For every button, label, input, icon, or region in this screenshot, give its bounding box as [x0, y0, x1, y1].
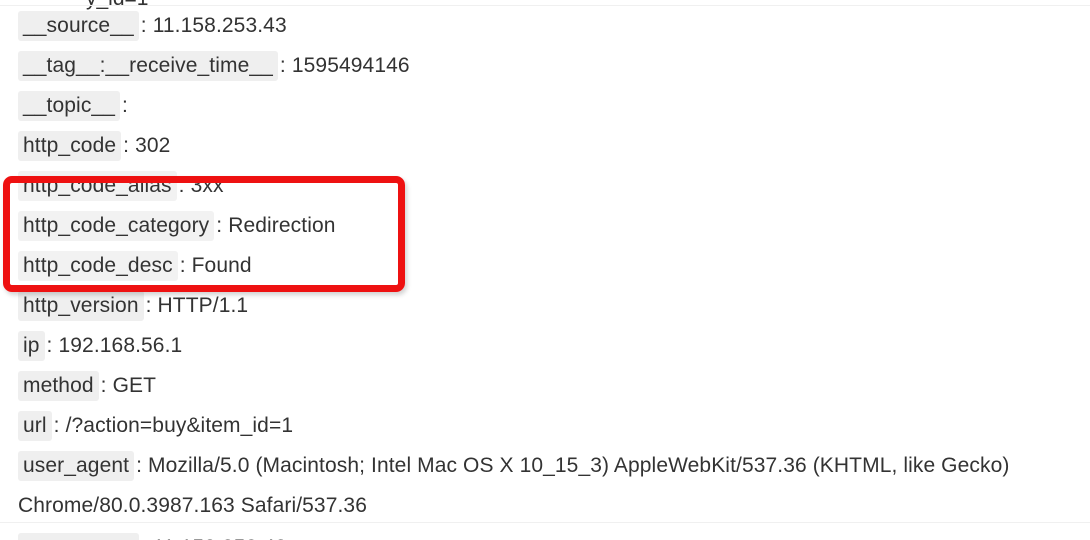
field-line: http_code_alias:3xx: [18, 171, 224, 201]
field-value[interactable]: Redirection: [228, 214, 335, 237]
field-key[interactable]: http_code: [18, 131, 122, 161]
field-separator: :: [179, 254, 186, 277]
field-separator: :: [100, 374, 107, 397]
field-value[interactable]: 192.168.56.1: [58, 334, 182, 357]
next-entry-field-list: __source__:11.158.253.43: [0, 528, 1090, 540]
field-line: __source__:11.158.253.43: [18, 11, 287, 41]
log-entry-detail-panel: y_id=1 __source__:11.158.253.43__tag__:_…: [0, 0, 1090, 540]
field-row[interactable]: http_code_alias:3xx: [0, 166, 1090, 206]
field-key[interactable]: http_version: [18, 291, 144, 321]
field-row[interactable]: http_code:302: [0, 126, 1090, 166]
field-key[interactable]: __topic__: [18, 91, 120, 121]
field-row[interactable]: __source__:11.158.253.43: [0, 6, 1090, 46]
field-row[interactable]: __topic__:: [0, 86, 1090, 126]
field-value[interactable]: 11.158.253.43: [153, 536, 287, 540]
field-separator: :: [136, 454, 143, 477]
field-line: http_code_desc: Found: [18, 251, 252, 281]
field-separator: :: [140, 14, 147, 37]
field-key[interactable]: __tag__:__receive_time__: [18, 51, 278, 81]
field-key[interactable]: __source__: [18, 11, 139, 41]
field-row[interactable]: ip:192.168.56.1: [0, 326, 1090, 366]
field-key[interactable]: http_code_desc: [18, 251, 178, 281]
field-key[interactable]: user_agent: [18, 451, 135, 481]
field-key[interactable]: url: [18, 411, 52, 441]
field-separator: :: [279, 54, 286, 77]
field-separator: :: [139, 536, 153, 540]
field-line: user_agent: Mozilla/5.0 (Macintosh; Intel…: [18, 451, 1009, 517]
field-separator: :: [178, 174, 185, 197]
field-row[interactable]: user_agent: Mozilla/5.0 (Macintosh; Intel…: [0, 446, 1090, 526]
field-separator: :: [145, 294, 152, 317]
field-key[interactable]: http_code_alias: [18, 171, 177, 201]
field-line: http_version: HTTP/1.1: [18, 291, 248, 321]
field-value[interactable]: Mozilla/5.0 (Macintosh; Intel Mac OS X 1…: [18, 454, 1009, 517]
field-row[interactable]: http_version: HTTP/1.1: [0, 286, 1090, 326]
field-separator: :: [216, 214, 223, 237]
field-value[interactable]: 1595494146: [292, 54, 410, 77]
field-line: __topic__:: [18, 91, 134, 121]
field-row[interactable]: http_code_desc: Found: [0, 246, 1090, 286]
field-key[interactable]: __source__: [18, 533, 139, 540]
field-value[interactable]: Found: [192, 254, 252, 277]
field-separator: :: [53, 414, 60, 437]
field-row[interactable]: __tag__:__receive_time__:1595494146: [0, 46, 1090, 86]
field-line: http_code:302: [18, 131, 170, 161]
field-key[interactable]: http_code_category: [18, 211, 215, 241]
field-value[interactable]: GET: [113, 374, 156, 397]
field-line: __tag__:__receive_time__:1595494146: [18, 51, 410, 81]
field-value[interactable]: 302: [135, 134, 170, 157]
field-row[interactable]: __source__:11.158.253.43: [0, 528, 1090, 540]
field-separator: :: [46, 334, 53, 357]
field-separator: :: [121, 94, 128, 117]
field-line: __source__:11.158.253.43: [18, 533, 287, 540]
field-key[interactable]: ip: [18, 331, 45, 361]
field-value[interactable]: 11.158.253.43: [153, 14, 287, 37]
field-list: __source__:11.158.253.43 __tag__:__receiv…: [0, 6, 1090, 526]
field-row[interactable]: url: /?action=buy&item_id=1: [0, 406, 1090, 446]
field-line: method: GET: [18, 371, 156, 401]
field-value[interactable]: 3xx: [191, 174, 224, 197]
field-separator: :: [123, 134, 130, 157]
field-line: url: /?action=buy&item_id=1: [18, 411, 293, 441]
field-line: ip:192.168.56.1: [18, 331, 182, 361]
entry-divider-bottom: [0, 522, 1090, 523]
field-key[interactable]: method: [18, 371, 99, 401]
field-value[interactable]: /?action=buy&item_id=1: [66, 414, 294, 437]
field-value[interactable]: HTTP/1.1: [158, 294, 249, 317]
field-line: http_code_category: Redirection: [18, 211, 336, 241]
field-row[interactable]: http_code_category: Redirection: [0, 206, 1090, 246]
field-row[interactable]: method: GET: [0, 366, 1090, 406]
